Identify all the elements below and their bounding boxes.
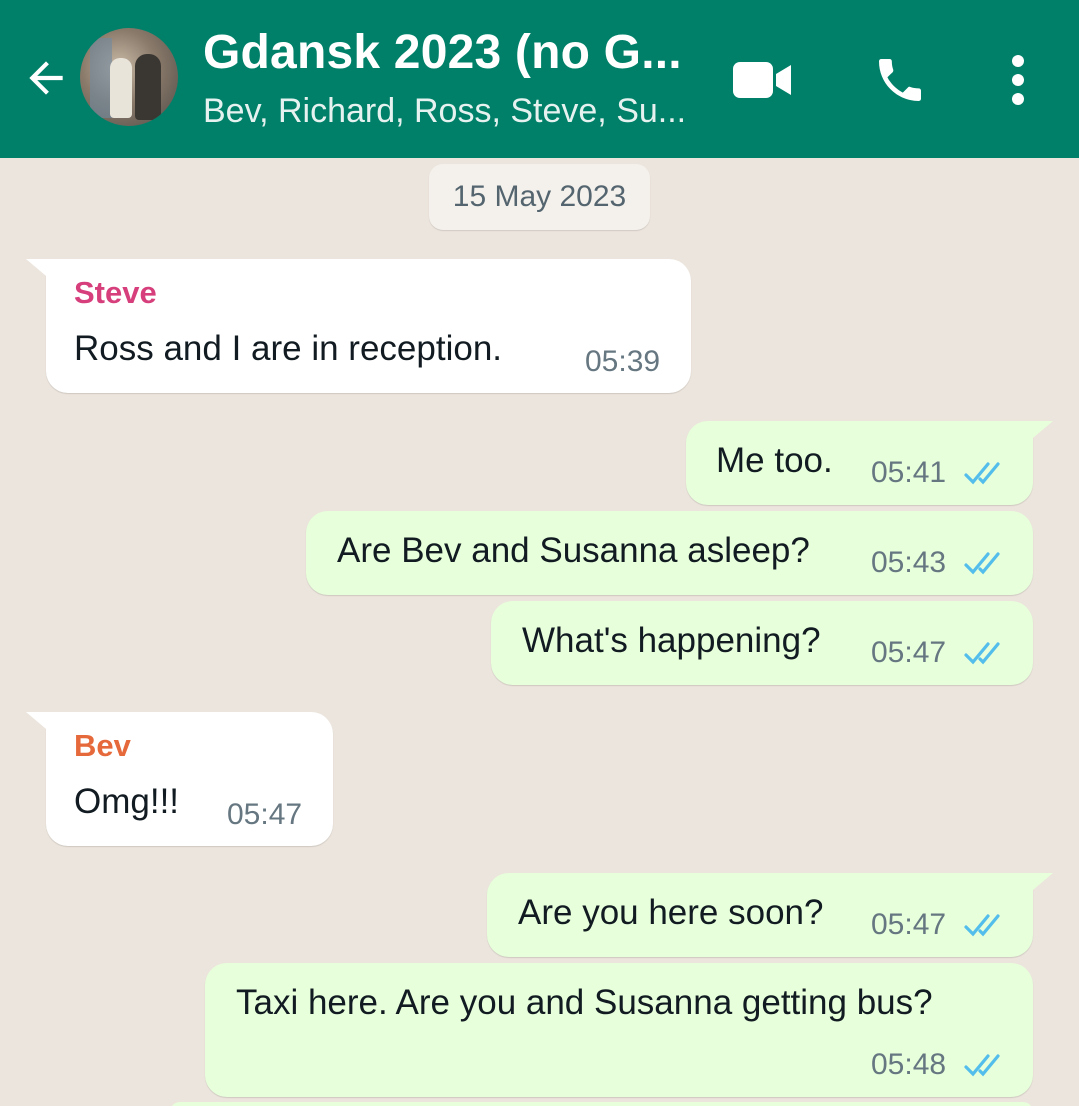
message-outgoing[interactable]: Taxi here. Are you and Susanna getting b… [205,963,1033,1097]
message-text: Are Bev and Susanna asleep? [337,531,810,570]
message-text: Taxi here. Are you and Susanna getting b… [236,983,933,1022]
chat-title[interactable]: Gdansk 2023 (no G... [203,25,682,80]
double-check-icon [964,914,1000,937]
message-incoming[interactable]: Bev Omg!!! 05:47 [26,712,333,846]
more-options-icon [1012,55,1024,105]
message-incoming[interactable]: Steve Ross and I are in reception. 05:39 [26,259,691,393]
message-text: Me too. [716,441,833,480]
message-outgoing[interactable]: Are you here soon? 05:47 [487,873,1053,957]
video-call-icon [733,62,791,98]
message-text: Ross and I are in reception. [74,329,503,368]
message-time: 05:43 [871,546,947,579]
message-outgoing[interactable]: Are Bev and Susanna asleep? 05:43 [306,511,1033,595]
message-time: 05:39 [585,345,661,378]
double-check-icon [964,642,1000,665]
double-check-icon [964,462,1000,485]
message-time: 05:47 [227,798,303,831]
video-call-button[interactable] [730,48,794,112]
message-sender: Steve [74,275,157,310]
message-outgoing[interactable]: What's happening? 05:47 [491,601,1033,685]
message-text: What's happening? [522,621,821,660]
message-outgoing[interactable]: Me too. 05:41 [686,421,1053,505]
message-time: 05:41 [871,456,947,489]
date-separator: 15 May 2023 [429,164,650,230]
phone-icon [879,59,921,101]
group-avatar[interactable] [80,28,178,126]
message-list[interactable]: 15 May 2023 Steve Ross and I are in rece… [0,158,1079,1106]
voice-call-button[interactable] [868,48,932,112]
double-check-icon [964,1054,1000,1077]
more-options-button[interactable] [986,48,1050,112]
chat-participants[interactable]: Bev, Richard, Ross, Steve, Su... [203,92,686,131]
message-outgoing-partial[interactable] [170,1102,1033,1106]
message-sender: Bev [74,728,131,763]
message-text: Are you here soon? [518,893,824,932]
double-check-icon [964,552,1000,575]
message-time: 05:48 [871,1048,947,1081]
back-arrow-icon [29,61,63,95]
back-button[interactable] [18,50,74,106]
message-time: 05:47 [871,908,947,941]
message-text: Omg!!! [74,782,180,821]
chat-header: Gdansk 2023 (no G... Bev, Richard, Ross,… [0,0,1079,158]
message-time: 05:47 [871,636,947,669]
